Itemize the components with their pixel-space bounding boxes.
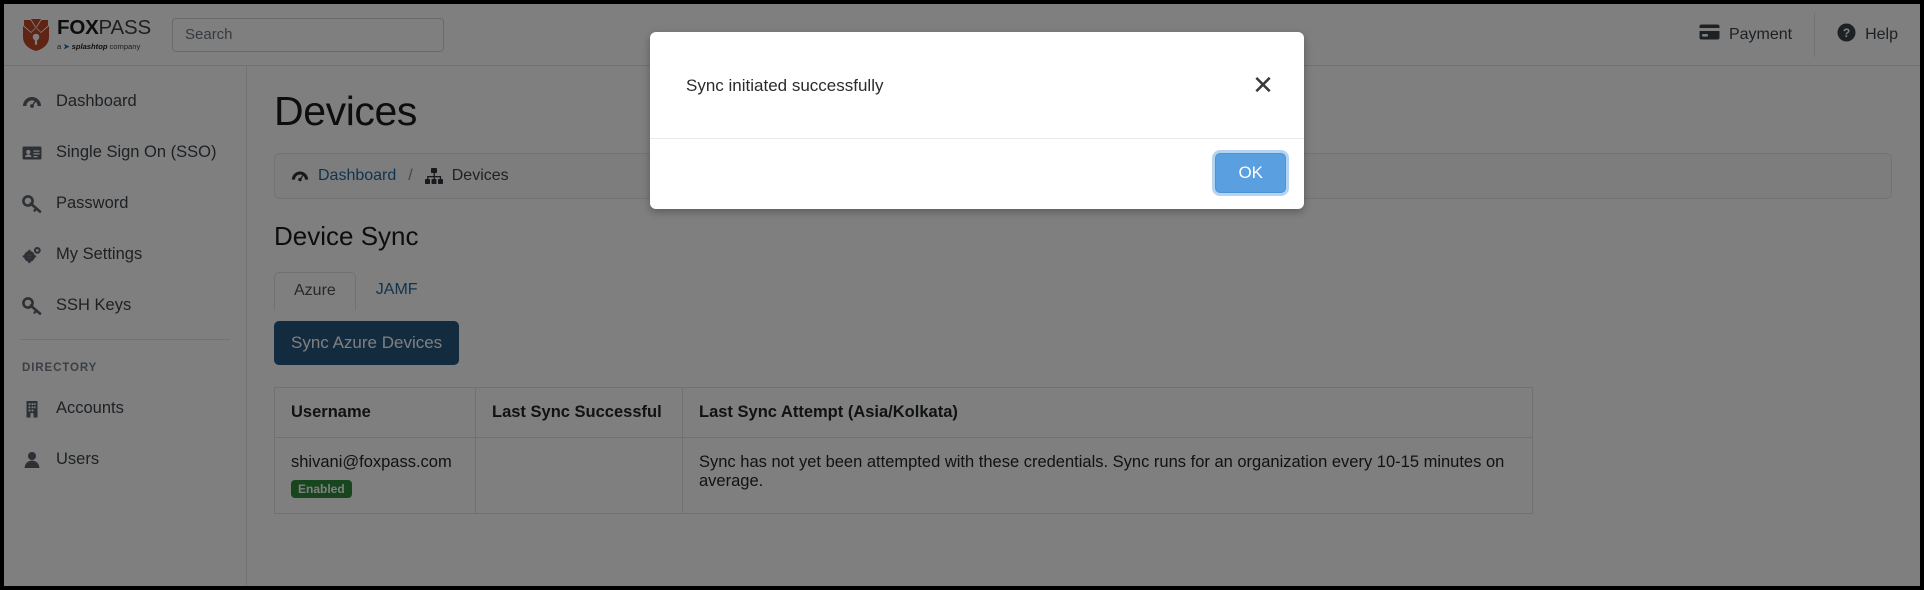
modal-message: Sync initiated successfully (686, 76, 884, 95)
ok-button[interactable]: OK (1215, 153, 1286, 193)
modal-footer: OK (650, 138, 1304, 209)
modal-body: Sync initiated successfully ✕ (650, 32, 1304, 138)
close-icon[interactable]: ✕ (1250, 72, 1276, 98)
sync-confirmation-modal: Sync initiated successfully ✕ OK (650, 32, 1304, 209)
app-window: FOXPASS a ➤ splashtop company (0, 0, 1924, 590)
